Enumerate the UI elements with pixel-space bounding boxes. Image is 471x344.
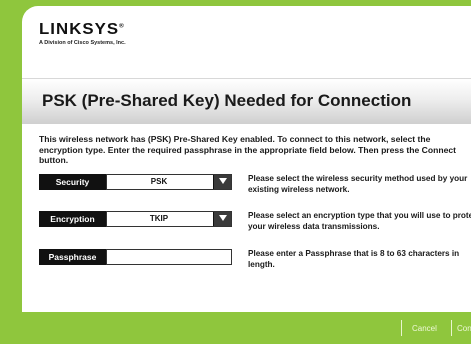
- encryption-help: Please select an encryption type that yo…: [248, 211, 471, 231]
- security-label: Security: [39, 174, 106, 190]
- security-select[interactable]: PSK: [106, 174, 232, 190]
- cancel-button[interactable]: Cancel: [412, 324, 437, 333]
- passphrase-help: Please enter a Passphrase that is 8 to 6…: [248, 249, 460, 269]
- security-value: PSK: [150, 177, 168, 186]
- title-bar: PSK (Pre-Shared Key) Needed for Connecti…: [22, 78, 471, 124]
- button-separator: [451, 320, 452, 336]
- chevron-down-icon: [218, 215, 227, 221]
- chevron-down-icon: [218, 178, 227, 184]
- page-title: PSK (Pre-Shared Key) Needed for Connecti…: [42, 91, 412, 110]
- encryption-select[interactable]: TKIP: [106, 211, 232, 227]
- security-help: Please select the wireless security meth…: [248, 174, 468, 194]
- button-separator: [401, 320, 402, 336]
- encryption-dropdown-arrow[interactable]: [213, 212, 231, 226]
- brand: LINKSYS® A Division of Cisco Systems, In…: [39, 21, 126, 46]
- encryption-value: TKIP: [149, 214, 169, 223]
- connect-button[interactable]: Conn: [457, 324, 471, 333]
- content-panel: LINKSYS® A Division of Cisco Systems, In…: [22, 6, 471, 312]
- passphrase-label: Passphrase: [39, 249, 106, 265]
- intro-connect-word: Connect: [421, 144, 457, 155]
- passphrase-input[interactable]: [106, 249, 232, 265]
- linksys-logo: LINKSYS®: [39, 21, 125, 38]
- brand-tagline: A Division of Cisco Systems, Inc.: [39, 40, 126, 46]
- intro-text: This wireless network has (PSK) Pre-Shar…: [39, 134, 457, 165]
- security-dropdown-arrow[interactable]: [213, 175, 231, 189]
- encryption-label: Encryption: [39, 211, 106, 227]
